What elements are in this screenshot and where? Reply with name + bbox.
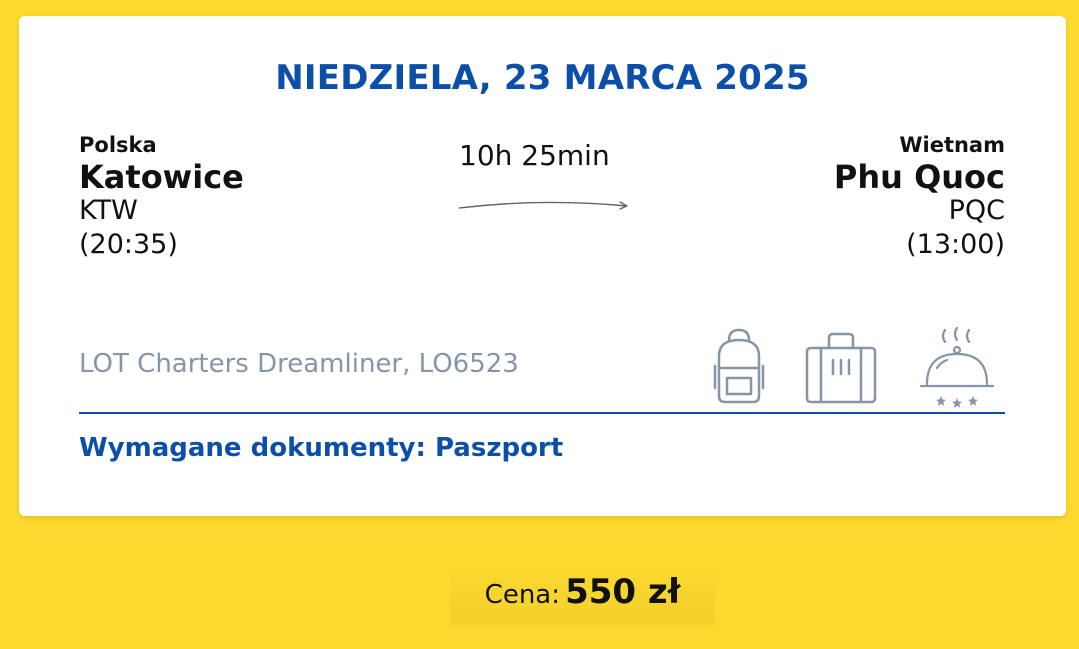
arrival-time: (13:00) xyxy=(906,229,1005,260)
suitcase-icon xyxy=(805,332,877,404)
origin-city: Katowice xyxy=(79,158,244,196)
flight-duration: 10h 25min xyxy=(459,139,610,172)
price-label: Cena: xyxy=(484,580,560,610)
origin-country: Polska xyxy=(79,133,157,157)
destination-country: Wietnam xyxy=(899,133,1005,157)
origin-block: Polska Katowice KTW (20:35) xyxy=(79,130,244,262)
flight-card: NIEDZIELA, 23 MARCA 2025 Polska Katowice… xyxy=(19,16,1066,516)
amenity-icons xyxy=(709,326,1009,408)
backpack-icon xyxy=(713,328,765,404)
route-arrow-icon xyxy=(458,201,628,210)
card-divider xyxy=(79,412,1005,414)
price-value: 550 zł xyxy=(565,572,681,612)
meal-cloche-icon xyxy=(919,326,995,408)
departure-time: (20:35) xyxy=(79,229,178,260)
destination-block: Wietnam Phu Quoc PQC (13:00) xyxy=(834,130,1005,262)
required-documents: Wymagane dokumenty: Paszport xyxy=(79,433,564,463)
destination-city: Phu Quoc xyxy=(833,158,1005,196)
flight-date-heading: NIEDZIELA, 23 MARCA 2025 xyxy=(275,58,810,98)
price-box: Cena: 550 zł xyxy=(450,563,715,625)
aircraft-flight-number: LOT Charters Dreamliner, LO6523 xyxy=(79,349,519,379)
origin-airport-code: KTW xyxy=(79,195,138,226)
destination-airport-code: PQC xyxy=(948,195,1005,226)
